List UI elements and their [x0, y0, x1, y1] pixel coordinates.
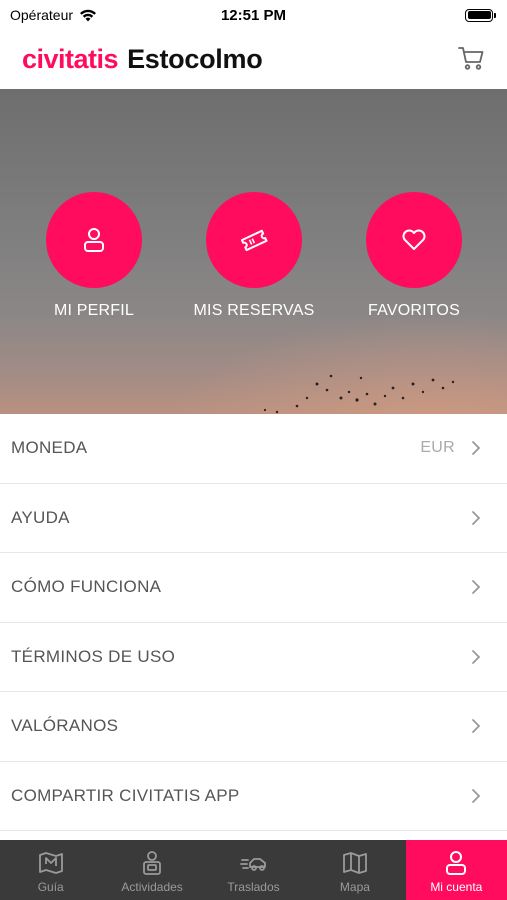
my-profile-button[interactable]: MI PERFIL	[46, 192, 142, 320]
favorites-label: FAVORITOS	[368, 302, 460, 319]
page-title: Estocolmo	[127, 44, 263, 74]
wifi-icon	[80, 9, 97, 21]
chevron-right-icon	[472, 580, 481, 595]
menu-item-label: COMPARTIR CIVITATIS APP	[11, 785, 240, 805]
menu-item-share-app[interactable]: COMPARTIR CIVITATIS APP	[0, 762, 507, 831]
user-icon	[84, 228, 104, 252]
carrier-label: Opérateur	[10, 7, 74, 23]
tab-transfers[interactable]: Traslados	[203, 840, 304, 900]
app-header: civitatis Estocolmo	[0, 30, 507, 89]
tab-map[interactable]: Mapa	[304, 840, 405, 900]
menu-item-label: CÓMO FUNCIONA	[11, 577, 162, 597]
menu-item-label: VALÓRANOS	[11, 716, 119, 736]
my-profile-label: MI PERFIL	[53, 302, 135, 319]
chevron-right-icon	[472, 788, 481, 803]
activities-icon	[143, 851, 162, 875]
my-bookings-button[interactable]: MIS RESERVAS	[194, 192, 314, 320]
heart-icon	[402, 229, 426, 250]
currency-value: EUR	[420, 439, 455, 457]
brand-logo[interactable]: civitatis	[22, 44, 119, 75]
status-bar: Opérateur 12:51 PM	[0, 0, 507, 30]
tab-label: Actividades	[121, 880, 183, 894]
tab-activities[interactable]: Actividades	[101, 840, 202, 900]
guide-map-icon	[38, 852, 63, 874]
profile-circle[interactable]	[46, 192, 142, 288]
tab-guide[interactable]: Guía	[0, 840, 101, 900]
account-hero: MI PERFIL MIS RESERVAS FAVORITOS	[0, 89, 507, 414]
menu-item-terms[interactable]: TÉRMINOS DE USO	[0, 623, 507, 692]
favorites-circle[interactable]	[366, 192, 462, 288]
tab-my-account[interactable]: Mi cuenta	[405, 840, 507, 900]
menu-item-label: AYUDA	[11, 507, 70, 527]
ticket-icon	[240, 229, 268, 251]
tab-label: Mi cuenta	[430, 880, 483, 894]
menu-item-how-it-works[interactable]: CÓMO FUNCIONA	[0, 553, 507, 623]
tab-label: Mapa	[339, 880, 370, 894]
birds-decoration	[263, 374, 455, 414]
battery-icon	[465, 8, 496, 22]
bottom-tab-bar: Guía Actividades Traslados Mapa Mi cuent…	[0, 840, 507, 900]
settings-menu: MONEDA EUR AYUDA CÓMO FUNCIONA TÉRMINOS …	[0, 414, 507, 831]
menu-item-label: MONEDA	[11, 438, 88, 458]
map-icon	[343, 852, 367, 874]
tab-label: Guía	[37, 880, 64, 894]
chevron-right-icon	[472, 441, 481, 456]
transfer-car-icon	[239, 858, 266, 871]
chevron-right-icon	[472, 649, 481, 664]
menu-item-currency[interactable]: MONEDA EUR	[0, 414, 507, 484]
favorites-button[interactable]: FAVORITOS	[366, 192, 462, 320]
bookings-circle[interactable]	[206, 192, 302, 288]
cart-icon[interactable]	[457, 44, 485, 72]
chevron-right-icon	[472, 719, 481, 734]
chevron-right-icon	[472, 510, 481, 525]
menu-item-label: TÉRMINOS DE USO	[11, 646, 176, 666]
menu-item-rate-us[interactable]: VALÓRANOS	[0, 692, 507, 762]
account-icon	[446, 851, 467, 875]
my-bookings-label: MIS RESERVAS	[193, 302, 315, 319]
menu-item-help[interactable]: AYUDA	[0, 484, 507, 553]
tab-label: Traslados	[227, 880, 280, 894]
